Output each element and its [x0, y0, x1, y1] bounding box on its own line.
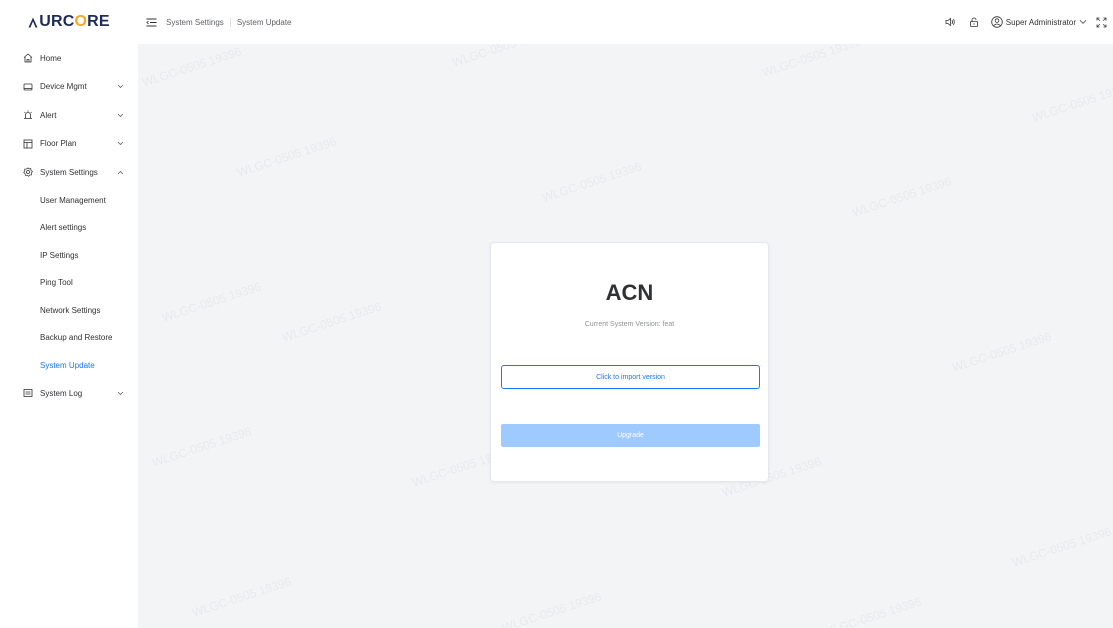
watermark-text: WLGC-0505 19396 — [150, 424, 254, 470]
breadcrumb-separator — [229, 17, 231, 27]
sidebar-subitem-system-update[interactable]: System Update — [0, 352, 138, 380]
sidebar-item-alert[interactable]: Alert — [0, 101, 138, 130]
sidebar-item-system-log[interactable]: System Log — [0, 379, 138, 408]
sidebar-subitem-backup-and-restore[interactable]: Backup and Restore — [0, 324, 138, 352]
sidebar-item-label: System Settings — [40, 167, 98, 177]
logo-text-mid: URC — [39, 13, 75, 30]
sidebar-subitem-ip-settings[interactable]: IP Settings — [0, 242, 138, 270]
watermark-text: WLGC-0505 19396 — [950, 329, 1054, 375]
sidebar-subitem-alert-settings[interactable]: Alert settings — [0, 214, 138, 242]
upgrade-button[interactable]: Upgrade — [501, 424, 760, 447]
sidebar-subitem-ping-tool[interactable]: Ping Tool — [0, 269, 138, 297]
sidebar-item-system-settings[interactable]: System Settings — [0, 158, 138, 187]
collapse-menu-icon[interactable] — [145, 16, 157, 28]
log-icon — [23, 388, 33, 398]
sidebar-item-floor-plan[interactable]: Floor Plan — [0, 130, 138, 159]
user-menu[interactable]: Super Administrator — [991, 16, 1087, 28]
chevron-up-icon — [116, 168, 124, 176]
breadcrumb-item-system-update: System Update — [236, 17, 292, 27]
system-update-card: ACN Current System Version: feat Click t… — [490, 242, 769, 482]
chevron-down-icon — [1079, 19, 1087, 24]
lock-icon[interactable] — [968, 16, 980, 28]
chevron-down-icon — [116, 389, 124, 397]
watermark-text: WLGC-0505 19396 — [1010, 524, 1113, 570]
watermark-text: WLGC-0505 19396 — [280, 299, 384, 345]
sidebar-item-label: System Log — [40, 388, 83, 398]
speaker-icon[interactable] — [945, 16, 957, 28]
logo-text-o: O — [74, 13, 88, 30]
chevron-down-icon — [116, 83, 124, 91]
breadcrumb: System Settings System Update — [166, 17, 292, 27]
chevron-down-icon — [116, 111, 124, 119]
watermark-text: WLGC-0505 19396 — [160, 279, 264, 325]
import-version-button[interactable]: Click to import version — [501, 365, 760, 389]
watermark-text: WLGC-0505 19396 — [1030, 79, 1113, 125]
chevron-down-icon — [116, 140, 124, 148]
floor-plan-icon — [23, 139, 33, 149]
logo[interactable]: URC O RE — [0, 0, 138, 44]
sidebar-subitem-user-management[interactable]: User Management — [0, 187, 138, 215]
breadcrumb-item-system-settings[interactable]: System Settings — [166, 18, 224, 27]
logo-text-suffix: RE — [87, 13, 110, 30]
user-avatar-icon — [991, 16, 1003, 28]
watermark-text: WLGC-0505 19396 — [500, 589, 604, 628]
user-name: Super Administrator — [1005, 17, 1076, 27]
sidebar-subitem-network-settings[interactable]: Network Settings — [0, 297, 138, 325]
watermark-text: WLGC-0505 19396 — [820, 594, 924, 628]
fullscreen-icon[interactable] — [1096, 17, 1107, 28]
sidebar: URC O RE Home Device Mgmt Alert Floor Pl… — [0, 0, 138, 628]
home-icon — [23, 53, 33, 63]
siren-icon — [23, 110, 33, 120]
watermark-text: WLGC-0505 19396 — [540, 159, 644, 205]
top-header: System Settings System Update Super Admi… — [138, 0, 1113, 44]
sidebar-item-label: Device Mgmt — [40, 82, 87, 92]
watermark-text: WLGC-0505 19396 — [235, 134, 339, 180]
product-title: ACN — [605, 280, 654, 305]
sidebar-item-label: Floor Plan — [40, 139, 77, 149]
watermark-text: WLGC-0505 19396 — [140, 44, 244, 90]
monitor-icon — [23, 82, 33, 92]
watermark-text: WLGC-0505 19396 — [190, 574, 294, 620]
gear-icon — [23, 167, 33, 178]
current-version-text: Current System Version: feat — [584, 321, 675, 328]
sidebar-item-device-mgmt[interactable]: Device Mgmt — [0, 73, 138, 102]
sidebar-item-home[interactable]: Home — [0, 44, 138, 73]
watermark-text: WLGC-0505 19396 — [850, 174, 954, 220]
logo-a-mark-icon — [28, 17, 38, 27]
sidebar-item-label: Alert — [40, 110, 57, 120]
sidebar-menu: Home Device Mgmt Alert Floor Plan System… — [0, 44, 138, 408]
header-actions: Super Administrator — [945, 0, 1113, 44]
sidebar-item-label: Home — [40, 53, 62, 63]
